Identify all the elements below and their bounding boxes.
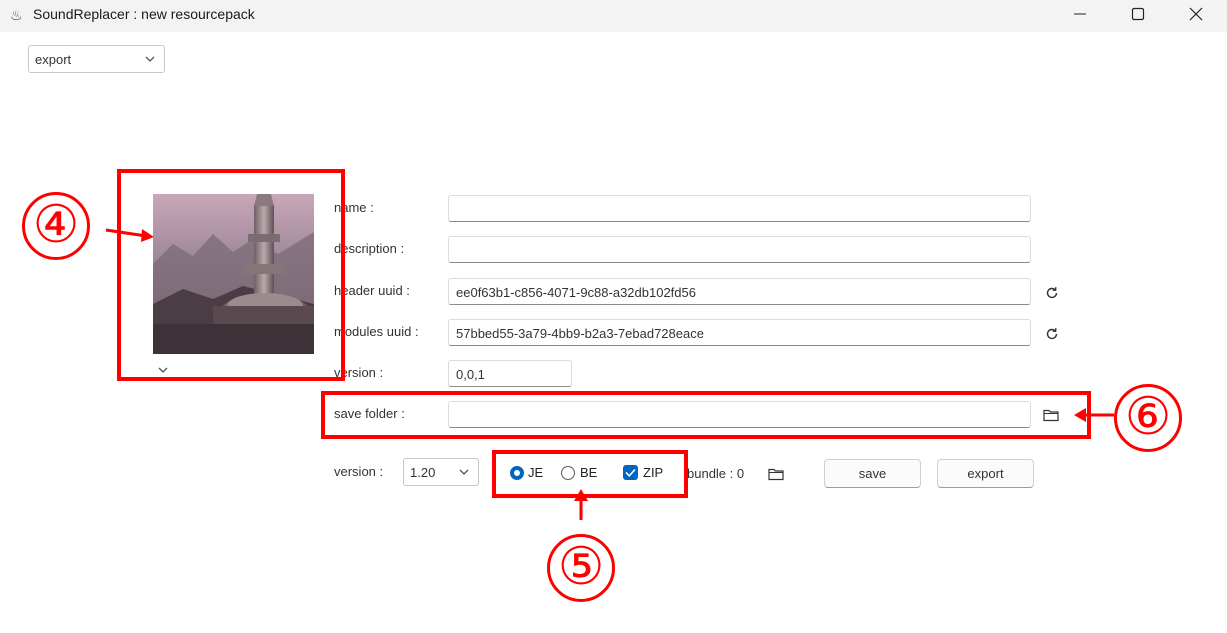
- game-version-select[interactable]: 1.20: [403, 458, 479, 486]
- highlight-box-edition: [492, 450, 688, 498]
- maximize-icon: [1131, 7, 1145, 21]
- description-input[interactable]: [448, 236, 1031, 263]
- close-icon: [1189, 7, 1203, 21]
- bundle-label: bundle : 0: [687, 466, 745, 481]
- maximize-button[interactable]: [1109, 0, 1167, 28]
- annotation-marker-4: ④: [22, 192, 90, 260]
- game-version-value: 1.20: [410, 465, 436, 480]
- export-button[interactable]: export: [937, 459, 1034, 488]
- java-cup-icon: ♨: [10, 7, 23, 23]
- annotation-marker-6: ⑥: [1114, 384, 1182, 452]
- folder-icon[interactable]: [768, 467, 784, 481]
- chevron-down-icon: [459, 469, 469, 475]
- modules-uuid-label: modules uuid :: [334, 324, 419, 339]
- refresh-icon[interactable]: [1045, 327, 1059, 341]
- close-button[interactable]: [1167, 0, 1225, 28]
- modules-uuid-input[interactable]: 57bbed55-3a79-4bb9-b2a3-7ebad728eace: [448, 319, 1031, 346]
- title-bar: ♨ SoundReplacer : new resourcepack: [0, 0, 1227, 32]
- refresh-icon[interactable]: [1045, 286, 1059, 300]
- game-version-label: version :: [334, 464, 384, 479]
- annotation-arrow-4: [105, 228, 154, 242]
- minimize-button[interactable]: [1051, 0, 1109, 28]
- annotation-arrow-5: [574, 489, 588, 520]
- annotation-arrow-6: [1074, 408, 1114, 422]
- header-uuid-label: header uuid :: [334, 283, 410, 298]
- highlight-box-save-folder: [321, 391, 1091, 439]
- header-uuid-input[interactable]: ee0f63b1-c856-4071-9c88-a32db102fd56: [448, 278, 1031, 305]
- save-button[interactable]: save: [824, 459, 921, 488]
- annotation-marker-5: ⑤: [547, 534, 615, 602]
- chevron-down-icon: [145, 56, 155, 62]
- mode-select[interactable]: export: [28, 45, 165, 73]
- highlight-box-image: [117, 169, 345, 381]
- window-title: SoundReplacer : new resourcepack: [33, 6, 255, 22]
- minimize-icon: [1074, 13, 1086, 15]
- name-input[interactable]: [448, 195, 1031, 222]
- pack-version-input[interactable]: 0,0,1: [448, 360, 572, 387]
- mode-select-value: export: [35, 52, 72, 67]
